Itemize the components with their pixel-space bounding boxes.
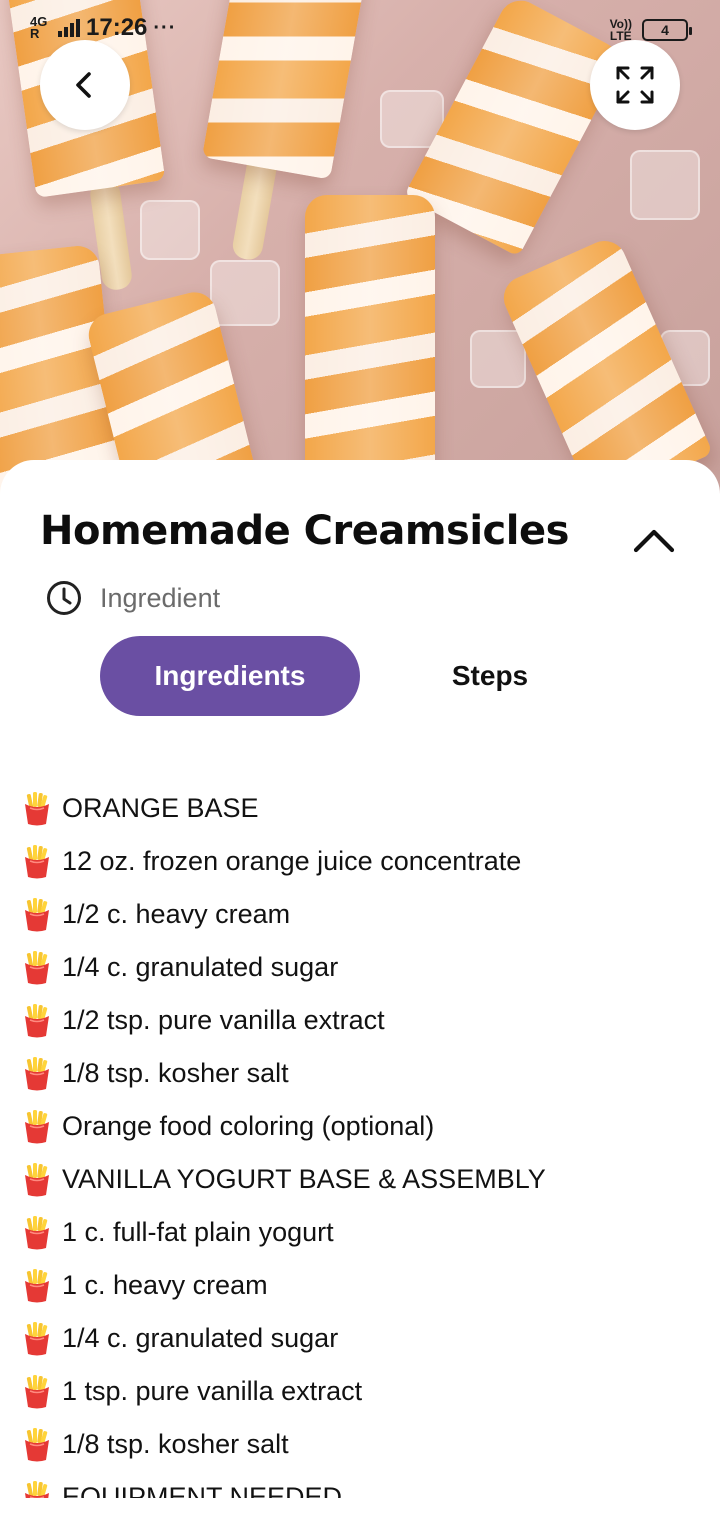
ice-cube bbox=[210, 260, 280, 326]
ice-cube bbox=[630, 150, 700, 220]
ingredient-item: 1 tsp. pure vanilla extract bbox=[22, 1365, 702, 1418]
recipe-title: Homemade Creamsicles bbox=[40, 508, 569, 554]
french-fries-icon bbox=[22, 1480, 52, 1498]
ingredient-text: ORANGE BASE bbox=[62, 793, 259, 823]
chevron-up-icon bbox=[633, 529, 675, 553]
ingredient-text: 1 c. full-fat plain yogurt bbox=[62, 1217, 334, 1247]
french-fries-icon bbox=[22, 1109, 52, 1144]
ingredient-item: ORANGE BASE bbox=[22, 782, 702, 835]
french-fries-icon bbox=[22, 1374, 52, 1409]
back-button[interactable] bbox=[40, 40, 130, 130]
french-fries-icon bbox=[22, 1003, 52, 1038]
ingredient-item: 1/4 c. granulated sugar bbox=[22, 941, 702, 994]
french-fries-icon bbox=[22, 1321, 52, 1356]
battery-icon: 4 bbox=[642, 19, 692, 41]
french-fries-icon bbox=[22, 1215, 52, 1250]
recipe-meta: Ingredient bbox=[46, 580, 220, 616]
ingredient-text: 1/8 tsp. kosher salt bbox=[62, 1429, 289, 1459]
ingredient-item: 12 oz. frozen orange juice concentrate bbox=[22, 835, 702, 888]
tab-steps[interactable]: Steps bbox=[380, 636, 600, 716]
battery-level: 4 bbox=[661, 22, 669, 38]
ingredient-text: 12 oz. frozen orange juice concentrate bbox=[62, 846, 522, 876]
french-fries-icon bbox=[22, 1162, 52, 1197]
expand-icon bbox=[616, 66, 654, 104]
ingredient-text: Orange food coloring (optional) bbox=[62, 1111, 435, 1141]
ingredient-text: 1 c. heavy cream bbox=[62, 1270, 268, 1300]
collapse-button[interactable] bbox=[628, 520, 680, 560]
creamsicle bbox=[305, 195, 435, 485]
french-fries-icon bbox=[22, 1268, 52, 1303]
french-fries-icon bbox=[22, 791, 52, 826]
ice-cube bbox=[140, 200, 200, 260]
french-fries-icon bbox=[22, 897, 52, 932]
french-fries-icon bbox=[22, 950, 52, 985]
french-fries-icon bbox=[22, 1056, 52, 1091]
ingredient-item: 1/2 tsp. pure vanilla extract bbox=[22, 994, 702, 1047]
ingredient-item: 1/2 c. heavy cream bbox=[22, 888, 702, 941]
network-type: 4G R bbox=[30, 14, 48, 41]
signal-strength-icon bbox=[58, 19, 80, 37]
ice-cube bbox=[470, 330, 526, 388]
chevron-left-icon bbox=[76, 72, 91, 98]
ingredient-text: 1/2 tsp. pure vanilla extract bbox=[62, 1005, 385, 1035]
status-more-indicator: ··· bbox=[153, 16, 177, 39]
french-fries-icon bbox=[22, 1427, 52, 1462]
ingredient-text: 1/2 c. heavy cream bbox=[62, 899, 291, 929]
fullscreen-button[interactable] bbox=[590, 40, 680, 130]
tab-ingredients[interactable]: Ingredients bbox=[100, 636, 360, 716]
ingredient-item: 1/4 c. granulated sugar bbox=[22, 1312, 702, 1365]
french-fries-icon bbox=[22, 844, 52, 879]
clock-time: 17:26 bbox=[86, 14, 148, 41]
ingredient-item: EQUIPMENT NEEDED bbox=[22, 1471, 702, 1498]
ingredient-text: 1/4 c. granulated sugar bbox=[62, 1323, 339, 1353]
volte-indicator: Vo)) LTE bbox=[609, 17, 632, 43]
ingredient-text: 1/8 tsp. kosher salt bbox=[62, 1058, 289, 1088]
ingredient-item: VANILLA YOGURT BASE & ASSEMBLY bbox=[22, 1153, 702, 1206]
clock-icon bbox=[47, 581, 81, 615]
ingredient-text: 1 tsp. pure vanilla extract bbox=[62, 1376, 363, 1406]
ingredient-item: Orange food coloring (optional) bbox=[22, 1100, 702, 1153]
ingredient-item: 1 c. heavy cream bbox=[22, 1259, 702, 1312]
meta-label: Ingredient bbox=[100, 582, 221, 613]
ingredient-text: VANILLA YOGURT BASE & ASSEMBLY bbox=[62, 1164, 546, 1194]
ingredient-list[interactable]: ORANGE BASE 12 oz. frozen orange juice co… bbox=[22, 782, 702, 1498]
ingredient-item: 1/8 tsp. kosher salt bbox=[22, 1418, 702, 1471]
ingredient-text: EQUIPMENT NEEDED bbox=[62, 1482, 343, 1498]
recipe-details-sheet: Homemade Creamsicles Ingredient Ingredie… bbox=[0, 460, 720, 1520]
ingredient-text: 1/4 c. granulated sugar bbox=[62, 952, 339, 982]
ingredient-item: 1/8 tsp. kosher salt bbox=[22, 1047, 702, 1100]
ingredient-item: 1 c. full-fat plain yogurt bbox=[22, 1206, 702, 1259]
